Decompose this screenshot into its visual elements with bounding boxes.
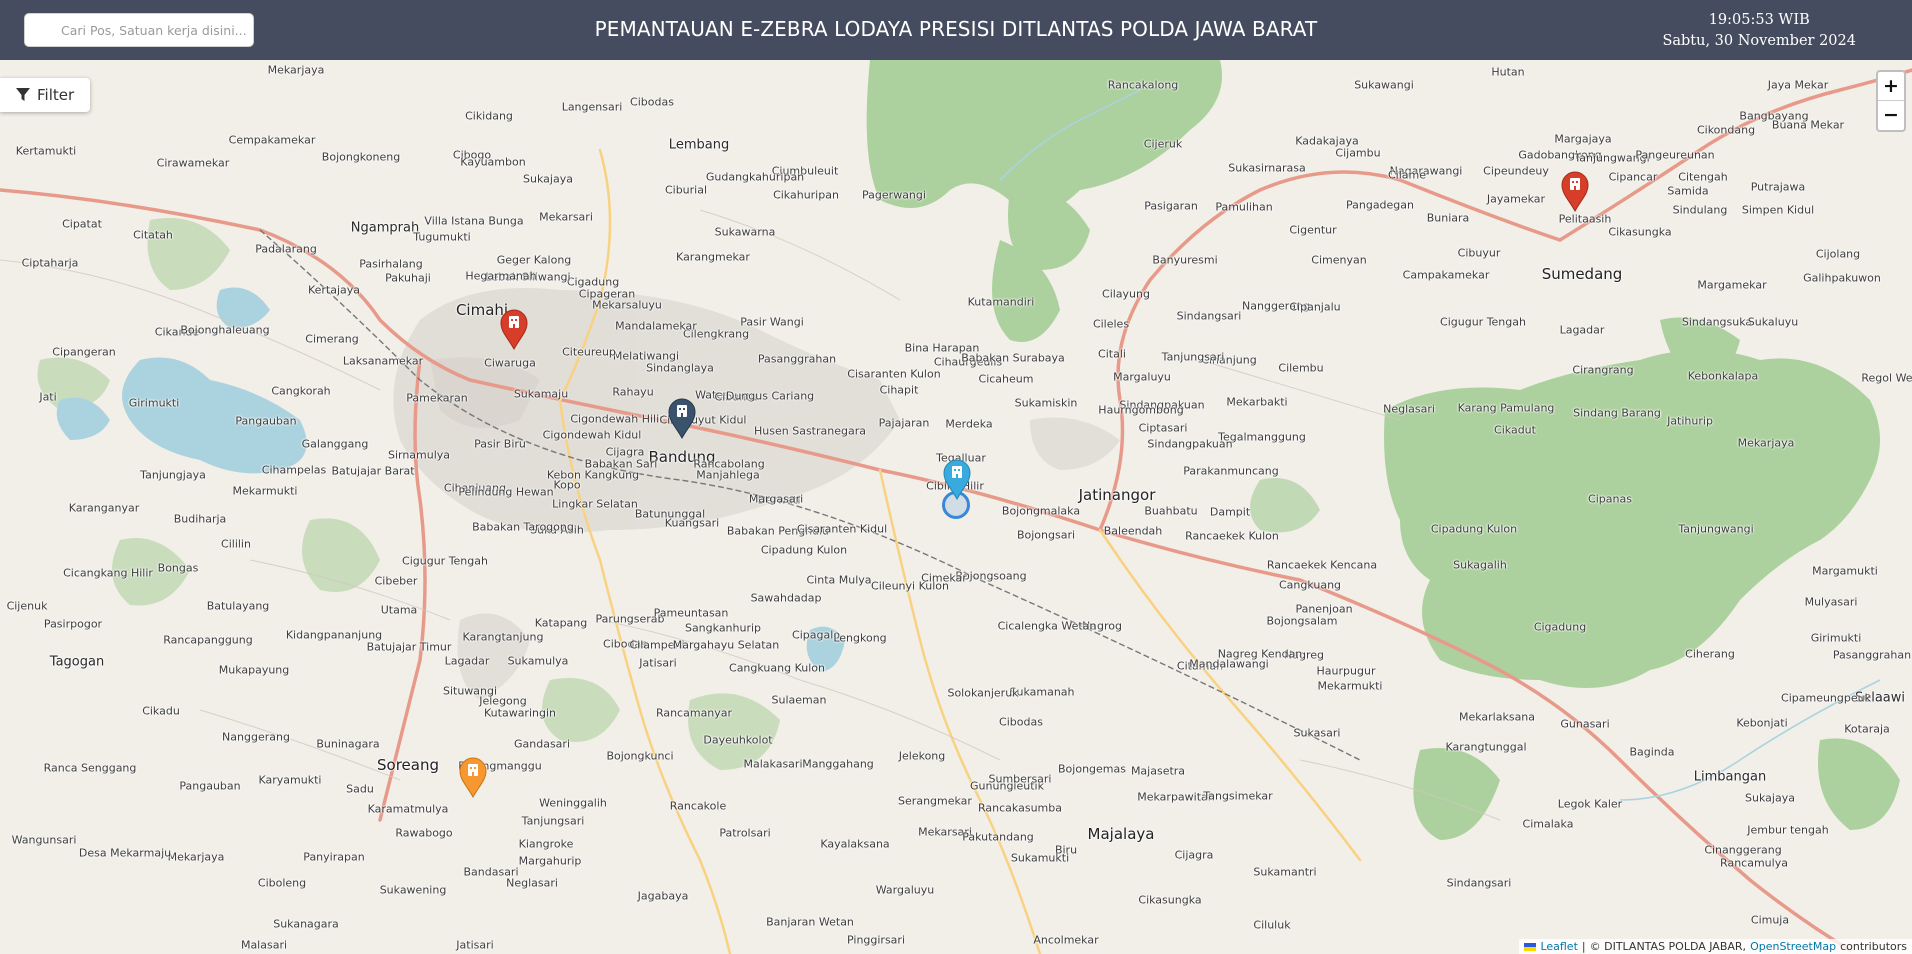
attribution-separator: | — [1581, 940, 1586, 953]
building-icon — [952, 466, 962, 478]
ukraine-flag-icon — [1524, 943, 1537, 951]
darkblue-post-marker-bandung[interactable] — [666, 397, 698, 439]
top-header-bar: PEMANTAUAN E-ZEBRA LODAYA PRESISI DITLAN… — [0, 0, 1912, 60]
clock-time: 19:05:53 WIB — [1708, 12, 1810, 28]
clock-date: Sabtu, 30 November 2024 — [1662, 33, 1856, 49]
map-attribution: Leaflet | © DITLANTAS POLDA JABAR, OpenS… — [1519, 939, 1912, 954]
building-icon — [468, 764, 478, 776]
attribution-owner: © DITLANTAS POLDA JABAR, — [1589, 940, 1747, 953]
building-icon — [1570, 178, 1580, 190]
filter-label: Filter — [37, 86, 75, 104]
zoom-out-button[interactable]: − — [1878, 101, 1904, 130]
filter-button[interactable]: Filter — [0, 78, 91, 112]
blue-post-marker-cisaranten[interactable] — [941, 458, 973, 500]
orange-post-marker-soreang[interactable] — [457, 756, 489, 798]
leaflet-link[interactable]: Leaflet — [1540, 940, 1577, 953]
red-post-marker-sumedang[interactable] — [1559, 170, 1591, 212]
zoom-control: + − — [1876, 70, 1906, 132]
clock: 19:05:53 WIB Sabtu, 30 November 2024 — [1662, 10, 1856, 52]
openstreetmap-link[interactable]: OpenStreetMap — [1750, 940, 1836, 953]
building-icon — [509, 316, 519, 328]
map-canvas[interactable]: Cimahi Bandung Soreang Jatinangor Sumeda… — [0, 60, 1912, 954]
building-icon — [677, 405, 687, 417]
zoom-in-button[interactable]: + — [1878, 72, 1904, 101]
attribution-suffix: contributors — [1840, 940, 1907, 953]
funnel-icon — [16, 88, 30, 101]
red-post-marker-cimahi[interactable] — [498, 308, 530, 350]
page-title: PEMANTAUAN E-ZEBRA LODAYA PRESISI DITLAN… — [594, 17, 1318, 41]
